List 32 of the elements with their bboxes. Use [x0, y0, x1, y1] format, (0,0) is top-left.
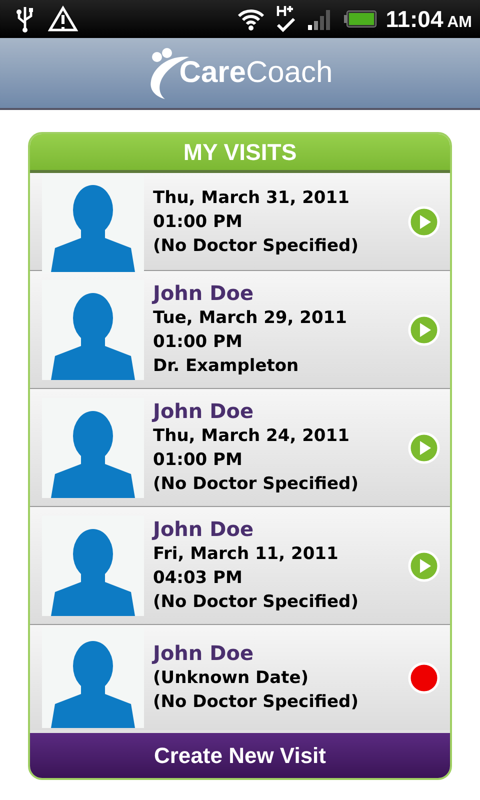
doctor-name: (No Doctor Specified): [153, 691, 360, 714]
wifi-icon: [236, 7, 266, 31]
hplus-data-icon: [274, 4, 297, 34]
patient-name: John Doe: [153, 517, 255, 542]
create-visit-button[interactable]: Create New Visit: [30, 733, 450, 778]
visit-time: 01:00 PM: [153, 331, 244, 354]
visit-item[interactable]: John Doe (Unknown Date) (No Doctor Specified): [30, 625, 450, 730]
panel-title: MY VISITS: [30, 134, 450, 173]
battery-icon: [342, 9, 377, 29]
patient-name: John Doe: [153, 641, 255, 666]
visit-item[interactable]: John Doe Thu, March 24, 2011 01:00 PM (No Doctor Specified): [30, 389, 450, 507]
doctor-name: (No Doctor Specified): [153, 234, 360, 258]
visit-date: Thu, March 24, 2011: [153, 425, 350, 448]
visit-date: Tue, March 29, 2011: [153, 307, 348, 330]
carecoach-logo: CareCoach: [147, 47, 333, 99]
usb-icon: [14, 5, 36, 33]
visit-item[interactable]: John Doe Tue, March 29, 2011 01:00 PM Dr. Exampleton: [30, 271, 450, 389]
visit-item[interactable]: John Doe Fri, March 11, 2011 04:03 PM (No Doctor Specified): [30, 507, 450, 625]
visit-time: 01:00 PM: [153, 210, 244, 234]
visit-date: Thu, March 31, 2011: [153, 186, 350, 210]
doctor-name: Dr. Exampleton: [153, 355, 300, 378]
visit-time: 01:00 PM: [153, 449, 244, 472]
visit-date: Fri, March 11, 2011: [153, 543, 340, 566]
visit-time: 04:03 PM: [153, 567, 244, 590]
visit-date: (Unknown Date): [153, 667, 310, 690]
patient-name: John Doe: [153, 281, 255, 306]
warning-icon: [48, 5, 78, 33]
doctor-name: (No Doctor Specified): [153, 473, 360, 496]
clock: 11:04 AM: [386, 6, 472, 32]
doctor-name: (No Doctor Specified): [153, 591, 360, 614]
visit-item[interactable]: Thu, March 31, 2011 01:00 PM (No Doctor Specified): [30, 173, 450, 271]
patient-name: John Doe: [153, 399, 255, 424]
